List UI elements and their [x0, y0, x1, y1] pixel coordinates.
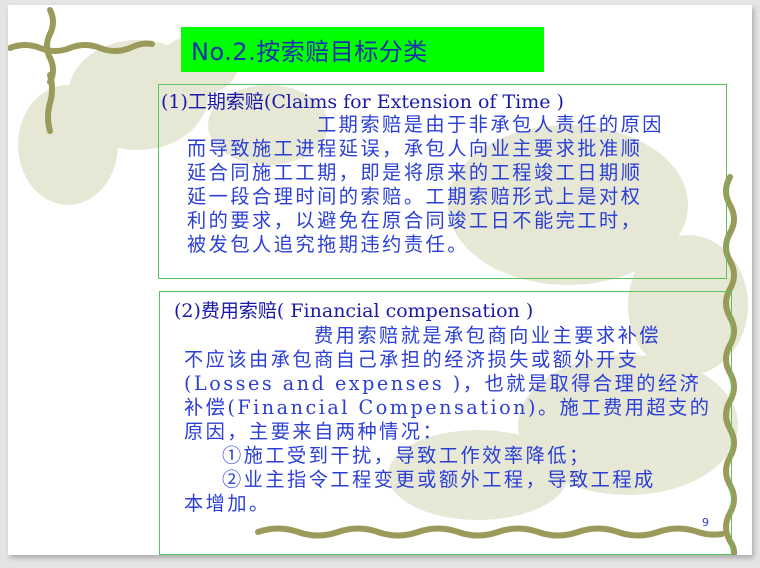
section-financial-compensation: (2)费用索赔( Financial compensation ) 费用索赔就是… — [159, 291, 732, 555]
slide-title: No.2.按索赔目标分类 — [191, 38, 428, 66]
section-heading: (2)费用索赔( Financial compensation ) — [174, 300, 534, 322]
body-line: 延一段合理时间的索赔。工期索赔形式上是对权 — [187, 185, 643, 208]
section-body: 费用索赔就是承包商向业主要求补偿 不应该由承包商自己承担的经济损失或额外开支 (… — [184, 324, 744, 516]
body-line: 而导致施工进程延误，承包人向业主要求批准顺 — [187, 137, 643, 160]
list-item: ②业主指令工程变更或额外工程，导致工程成 — [222, 468, 656, 491]
body-line: 原因，主要来自两种情况： — [184, 420, 445, 443]
title-bar: No.2.按索赔目标分类 — [181, 27, 544, 72]
section-body: 工期索赔是由于非承包人责任的原因 而导致施工进程延误，承包人向业主要求批准顺 延… — [187, 113, 727, 257]
page-number: 9 — [702, 516, 709, 529]
body-line: 延合同施工工期，即是将原来的工程竣工日期顺 — [187, 161, 643, 184]
list-item: ①施工受到干扰，导致工作效率降低； — [222, 444, 591, 467]
body-line: 补偿(Financial Compensation)。施工费用超支的 — [184, 396, 712, 419]
section-heading: (1)工期索赔(Claims for Extension of Time ) — [161, 91, 564, 113]
body-line: 利的要求，以避免在原合同竣工日不能完工时， — [187, 209, 643, 232]
body-line: 工期索赔是由于非承包人责任的原因 — [317, 113, 664, 136]
body-line: 不应该由承包商自己承担的经济损失或额外开支 — [184, 348, 640, 371]
slide: No.2.按索赔目标分类 (1)工期索赔(Claims for Extensio… — [8, 5, 752, 555]
section-claims-extension-of-time: (1)工期索赔(Claims for Extension of Time ) 工… — [158, 84, 727, 279]
body-line: 被发包人追究拖期违约责任。 — [187, 233, 469, 256]
body-line: 费用索赔就是承包商向业主要求补偿 — [314, 324, 661, 347]
body-line: 本增加。 — [184, 492, 271, 515]
body-line: (Losses and expenses )，也就是取得合理的经济 — [184, 372, 702, 395]
